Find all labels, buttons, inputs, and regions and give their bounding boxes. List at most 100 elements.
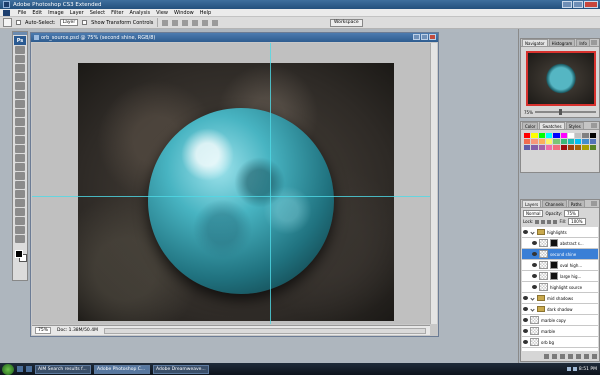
gradient-tool-icon[interactable] xyxy=(15,145,25,153)
vertical-guide[interactable] xyxy=(270,43,271,324)
color-swatch[interactable] xyxy=(582,145,589,150)
canvas-area[interactable] xyxy=(32,43,430,324)
clone-stamp-tool-icon[interactable] xyxy=(15,118,25,126)
color-swatch[interactable] xyxy=(589,139,596,144)
tray-network-icon[interactable] xyxy=(566,367,571,371)
layer-row[interactable]: oval high... xyxy=(522,260,598,271)
panel-menu-icon[interactable] xyxy=(591,40,597,45)
menu-window[interactable]: Window xyxy=(174,10,194,16)
maximize-button[interactable] xyxy=(573,1,583,8)
align-top-icon[interactable] xyxy=(162,19,169,26)
tools-panel-header[interactable] xyxy=(13,32,27,35)
tab-paths[interactable]: Paths xyxy=(567,200,585,207)
tool-row-wand[interactable] xyxy=(15,73,25,81)
menu-analysis[interactable]: Analysis xyxy=(130,10,151,16)
tool-row-move[interactable] xyxy=(15,46,25,54)
pen-tool-icon[interactable] xyxy=(15,172,25,180)
visibility-eye-icon[interactable] xyxy=(532,241,537,245)
tool-row-eraser[interactable] xyxy=(15,136,25,144)
marble-orb[interactable] xyxy=(148,108,334,294)
layer-row[interactable]: orb bg xyxy=(522,337,598,348)
align-right-icon[interactable] xyxy=(212,19,219,26)
color-swatch[interactable] xyxy=(538,133,545,138)
shape-tool-icon[interactable] xyxy=(15,199,25,207)
tool-row-type[interactable] xyxy=(15,181,25,189)
tab-layers[interactable]: Layers xyxy=(522,200,542,207)
color-swatch[interactable] xyxy=(531,139,538,144)
color-swatch[interactable] xyxy=(575,145,582,150)
align-bottom-icon[interactable] xyxy=(182,19,189,26)
panel-menu-icon[interactable] xyxy=(591,201,597,206)
layer-row[interactable]: mid shadows xyxy=(522,293,598,304)
brush-tool-icon[interactable] xyxy=(15,109,25,117)
tab-info[interactable]: Info xyxy=(576,39,590,46)
slice-tool-icon[interactable] xyxy=(15,91,25,99)
tool-row-pen[interactable] xyxy=(15,172,25,180)
layer-row[interactable]: large hig... xyxy=(522,271,598,282)
horizontal-scrollbar[interactable] xyxy=(103,327,426,334)
taskbar-item-aim[interactable]: AIM Search results f... xyxy=(35,364,91,374)
auto-select-dropdown[interactable]: Layer xyxy=(59,19,79,26)
align-left-icon[interactable] xyxy=(192,19,199,26)
swatch-grid[interactable] xyxy=(524,133,596,150)
tool-row-heal[interactable] xyxy=(15,100,25,108)
tool-row-shape[interactable] xyxy=(15,199,25,207)
adjustment-layer-icon[interactable] xyxy=(568,353,573,359)
align-middle-icon[interactable] xyxy=(172,19,179,26)
tool-row-eyedropper[interactable] xyxy=(15,217,25,225)
hand-tool-icon[interactable] xyxy=(15,226,25,234)
visibility-eye-icon[interactable] xyxy=(523,329,528,333)
zoom-level-field[interactable]: 75% xyxy=(35,327,52,334)
layer-mask-thumbnail[interactable] xyxy=(550,239,558,247)
color-swatch[interactable] xyxy=(582,139,589,144)
layer-mask-thumbnail[interactable] xyxy=(550,261,558,269)
eraser-tool-icon[interactable] xyxy=(15,136,25,144)
color-swatch[interactable] xyxy=(545,133,553,138)
color-swatch[interactable] xyxy=(545,139,553,144)
tab-swatches[interactable]: Swatches xyxy=(539,122,565,129)
delete-layer-icon[interactable] xyxy=(592,353,597,359)
color-swatch[interactable] xyxy=(567,133,575,138)
menu-edit[interactable]: Edit xyxy=(32,10,42,16)
layer-thumbnail[interactable] xyxy=(539,283,548,291)
color-swatch[interactable] xyxy=(524,133,531,138)
navigator-zoom-slider[interactable] xyxy=(534,109,596,115)
start-button[interactable] xyxy=(2,363,14,375)
document-size-info[interactable]: Doc: 1.38M/50.4M xyxy=(57,328,98,333)
tool-row-dodge[interactable] xyxy=(15,163,25,171)
horizontal-guide[interactable] xyxy=(32,196,430,197)
lasso-tool-icon[interactable] xyxy=(15,64,25,72)
quick-launch-icon[interactable] xyxy=(26,366,32,372)
group-expand-icon[interactable] xyxy=(530,295,535,301)
menu-filter[interactable]: Filter xyxy=(111,10,123,16)
visibility-eye-icon[interactable] xyxy=(523,318,528,322)
lock-transparency-icon[interactable] xyxy=(535,219,540,224)
color-swatch[interactable] xyxy=(524,139,531,144)
lock-position-icon[interactable] xyxy=(547,219,552,224)
color-swatch[interactable] xyxy=(560,133,567,138)
layer-row[interactable]: highlights xyxy=(522,227,598,238)
visibility-eye-icon[interactable] xyxy=(523,230,528,234)
color-swatch[interactable] xyxy=(567,145,575,150)
layer-thumbnail[interactable] xyxy=(530,338,539,346)
history-brush-tool-icon[interactable] xyxy=(15,127,25,135)
tab-channels[interactable]: Channels xyxy=(542,200,567,207)
tab-histogram[interactable]: Histogram xyxy=(548,39,576,46)
visibility-eye-icon[interactable] xyxy=(532,252,537,256)
foreground-color-swatch[interactable] xyxy=(15,250,23,258)
link-layers-icon[interactable] xyxy=(544,353,549,359)
tab-color[interactable]: Color xyxy=(522,122,539,129)
show-transform-checkbox[interactable] xyxy=(82,20,88,25)
tool-row-slice[interactable] xyxy=(15,91,25,99)
color-swatch[interactable] xyxy=(538,145,545,150)
zoom-tool-icon[interactable] xyxy=(15,235,25,243)
tool-row-notes[interactable] xyxy=(15,208,25,216)
navigator-zoom-value[interactable]: 75% xyxy=(524,110,533,115)
color-swatch[interactable] xyxy=(560,145,567,150)
notes-tool-icon[interactable] xyxy=(15,208,25,216)
quick-launch-icon[interactable] xyxy=(17,366,23,372)
color-swatch[interactable] xyxy=(589,145,596,150)
color-swatch[interactable] xyxy=(575,139,582,144)
taskbar-item-photoshop[interactable]: Adobe Photoshop C... xyxy=(94,364,150,374)
lock-pixels-icon[interactable] xyxy=(541,219,546,224)
